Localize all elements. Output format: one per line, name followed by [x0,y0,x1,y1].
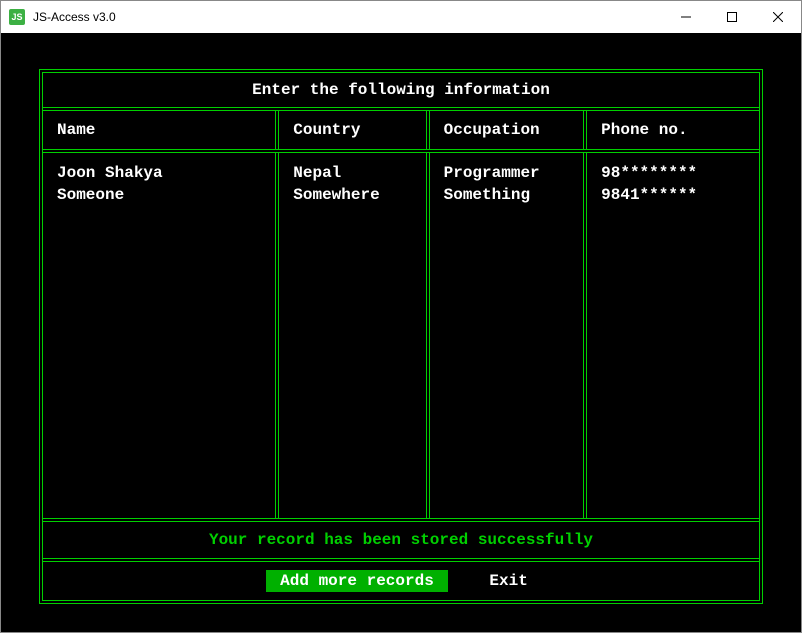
occupation-column: Programmer Something [430,153,588,518]
app-window: JS JS-Access v3.0 Enter the following in… [0,0,802,633]
content-box: Enter the following information Name Cou… [39,69,763,604]
table-data-row: Joon Shakya Someone Nepal Somewhere Prog… [43,153,759,522]
maximize-button[interactable] [709,1,755,33]
button-row: Add more records Exit [43,562,759,600]
column-header-country: Country [279,111,429,149]
phone-column: 98******** 9841****** [587,153,759,518]
status-message: Your record has been stored successfully [43,522,759,562]
window-title: JS-Access v3.0 [33,10,116,24]
column-header-occupation: Occupation [430,111,588,149]
client-area: Enter the following information Name Cou… [1,33,801,632]
add-more-records-button[interactable]: Add more records [266,570,448,592]
cell-occupation: Something [444,185,570,207]
cell-phone: 98******** [601,163,745,185]
exit-button[interactable]: Exit [481,570,535,592]
cell-name: Joon Shakya [57,163,261,185]
cell-phone: 9841****** [601,185,745,207]
titlebar[interactable]: JS JS-Access v3.0 [1,1,801,33]
cell-occupation: Programmer [444,163,570,185]
name-column: Joon Shakya Someone [43,153,279,518]
column-header-name: Name [43,111,279,149]
cell-country: Nepal [293,163,411,185]
column-header-phone: Phone no. [587,111,759,149]
cell-country: Somewhere [293,185,411,207]
form-header: Enter the following information [43,73,759,111]
app-icon: JS [9,9,25,25]
table-header-row: Name Country Occupation Phone no. [43,111,759,153]
minimize-button[interactable] [663,1,709,33]
close-button[interactable] [755,1,801,33]
country-column: Nepal Somewhere [279,153,429,518]
cell-name: Someone [57,185,261,207]
